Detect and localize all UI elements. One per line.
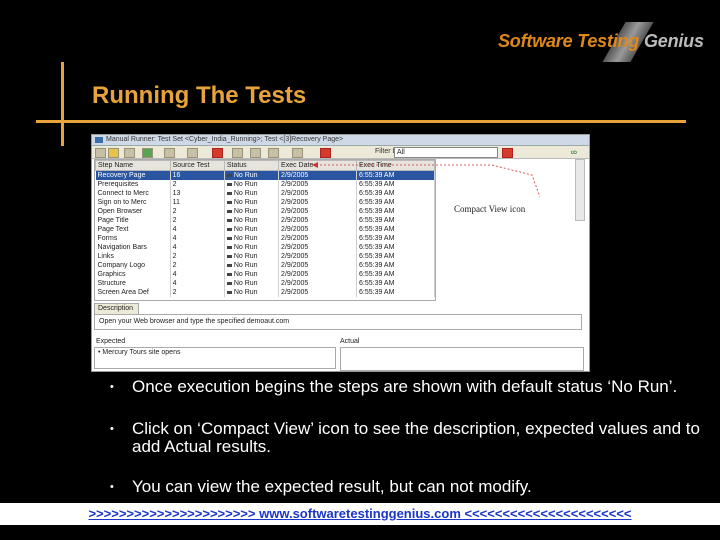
manual-runner-screenshot: Manual Runner: Test Set <Cyber_India_Run… <box>91 134 590 372</box>
logo-text: Software Testing Genius <box>498 31 704 52</box>
bullet-text: Click on ‘Compact View’ icon to see the … <box>132 419 700 456</box>
tab-description[interactable]: Description <box>94 303 139 314</box>
bullet-dot: • <box>110 423 114 435</box>
bullet-dot: • <box>110 481 114 493</box>
website-link[interactable]: >>>>>>>>>>>>>>>>>>>>>> www.softwaretesti… <box>0 503 720 525</box>
annotation-label: Compact View icon <box>454 204 526 214</box>
accent-vertical-line <box>61 62 64 146</box>
actual-label: Actual <box>340 338 360 345</box>
description-box: Open your Web browser and type the speci… <box>94 314 582 330</box>
brand-logo: Software Testing Genius <box>494 22 704 62</box>
slide-title: Running The Tests <box>92 82 307 109</box>
bullet-dot: • <box>110 381 114 393</box>
accent-horizontal-line <box>36 120 686 123</box>
logo-part2: Genius <box>643 31 704 51</box>
logo-part1: Software Testing <box>498 31 640 51</box>
expected-label: Expected <box>96 338 126 345</box>
expected-box: • Mercury Tours site opens <box>94 347 336 369</box>
actual-input[interactable] <box>340 347 584 371</box>
annotation-arrow <box>312 162 541 198</box>
bullet-text: Once execution begins the steps are show… <box>132 377 678 396</box>
bullet-text: You can view the expected result, but ca… <box>132 477 532 496</box>
